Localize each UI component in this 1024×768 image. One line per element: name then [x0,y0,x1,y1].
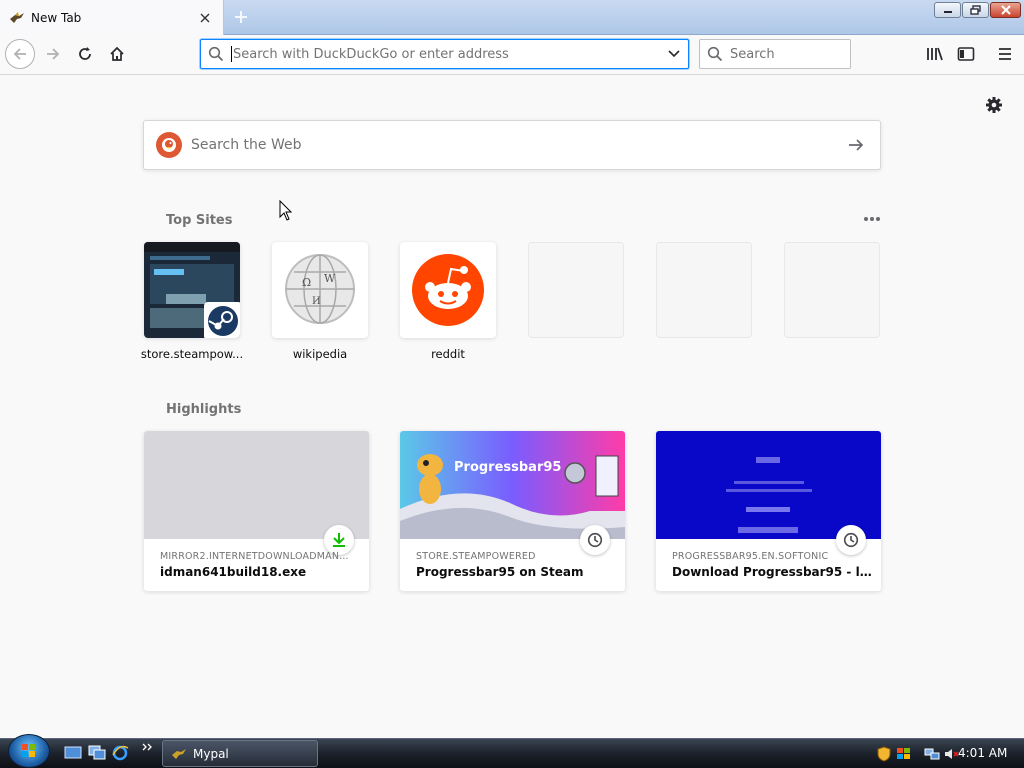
top-site-reddit[interactable] [400,242,496,338]
back-button[interactable] [5,39,35,69]
back-arrow-icon [13,48,26,60]
top-sites-heading: Top Sites [166,213,233,228]
home-icon [110,46,124,61]
quicklaunch-overflow-icon[interactable] [142,742,154,752]
sidebar-icon [957,47,975,61]
mypal-bird-icon [10,11,24,23]
tab-title: New Tab [31,10,82,25]
close-window-icon [1000,5,1011,15]
svg-text:И: И [312,296,321,307]
chevron-down-icon[interactable] [660,49,688,59]
svg-text:W: W [324,272,336,285]
search-icon [700,46,730,62]
sidebar-button[interactable] [951,39,981,69]
highlight-card-steam[interactable]: Progressbar95 STORE.STEAMPOWERED Progres… [400,431,625,591]
taskbar-clock[interactable]: 4:01 AM [958,746,1007,760]
svg-text:Ω: Ω [302,276,311,289]
progressbar95-thumbnail: Progressbar95 [400,431,625,539]
search-bar[interactable]: Search [699,39,851,69]
highlight-host: MIRROR2.INTERNETDOWNLOADMANAGE... [160,551,355,562]
volume-muted-icon[interactable] [943,746,959,762]
top-sites-more-button[interactable] [860,210,884,228]
search-input[interactable]: Search [730,47,775,62]
highlight-title: Download Progressbar95 - latest... [672,565,872,579]
forward-button[interactable] [38,39,68,69]
customize-gear-button[interactable] [984,95,1004,115]
highlight-host: STORE.STEAMPOWERED [416,551,536,562]
close-icon[interactable] [193,6,217,30]
security-shield-icon[interactable] [876,746,892,762]
highlight-title: Progressbar95 on Steam [416,565,584,579]
url-bar[interactable]: Search with DuckDuckGo or enter address [200,39,689,69]
library-button[interactable] [920,39,950,69]
windows-logo-icon [22,744,35,757]
minimize-button[interactable] [934,2,961,18]
reload-icon [79,47,91,60]
home-button[interactable] [102,39,132,69]
restore-button[interactable] [962,2,989,18]
reload-button[interactable] [70,39,100,69]
top-site-label: store.steampow... [140,347,244,361]
top-site-steam[interactable] [144,242,240,338]
forward-arrow-icon [47,48,60,60]
softonic-thumbnail [656,431,881,539]
plus-icon [235,11,247,23]
url-input[interactable]: Search with DuckDuckGo or enter address [233,47,660,62]
taskbar-item-label: Mypal [193,746,229,761]
highlight-card-download[interactable]: MIRROR2.INTERNETDOWNLOADMANAGE... idman6… [144,431,369,591]
top-site-placeholder[interactable] [784,242,880,338]
highlight-card-softonic[interactable]: PROGRESSBAR95.EN.SOFTONIC Download Progr… [656,431,881,591]
top-site-label: wikipedia [292,347,348,361]
window-close-button[interactable] [990,2,1021,18]
network-icon[interactable] [924,746,940,762]
steam-icon [204,302,240,338]
restore-icon [969,5,981,15]
search-go-arrow-icon[interactable] [832,137,880,153]
start-button[interactable] [8,734,50,768]
top-site-placeholder[interactable] [656,242,752,338]
mouse-pointer-icon [279,200,293,221]
duckduckgo-logo-icon [156,132,182,158]
menu-button[interactable] [990,39,1020,69]
navigation-toolbar: Search with DuckDuckGo or enter address … [0,35,1024,75]
highlight-thumbnail [144,431,369,539]
top-site-placeholder[interactable] [528,242,624,338]
top-site-label: reddit [431,347,465,361]
web-search-box[interactable]: Search the Web [143,120,881,170]
text-cursor [231,46,232,62]
more-dots-icon [864,217,880,221]
highlight-title: idman641build18.exe [160,565,307,579]
switch-windows-icon[interactable] [88,745,106,761]
hamburger-icon [999,48,1011,60]
reddit-icon [412,254,484,326]
windows-flag-icon[interactable] [896,746,912,762]
minimize-icon [943,11,952,13]
mypal-bird-icon [172,748,186,759]
highlights-heading: Highlights [166,402,242,417]
internet-explorer-icon[interactable] [111,745,129,761]
taskbar-item-mypal[interactable]: Mypal [162,740,318,767]
tab-new-tab[interactable]: New Tab [0,0,224,35]
highlight-host: PROGRESSBAR95.EN.SOFTONIC [672,551,829,562]
show-desktop-icon[interactable] [64,745,82,761]
top-site-wikipedia[interactable]: Ω W И [272,242,368,338]
thumbnail-title: Progressbar95 [454,460,561,475]
wikipedia-globe-icon: Ω W И [285,254,355,324]
web-search-input[interactable]: Search the Web [191,137,832,153]
gear-icon [986,97,1002,113]
library-icon [927,47,943,61]
tab-strip: New Tab [0,0,1024,35]
search-icon [201,46,231,62]
new-tab-button[interactable] [228,5,254,29]
